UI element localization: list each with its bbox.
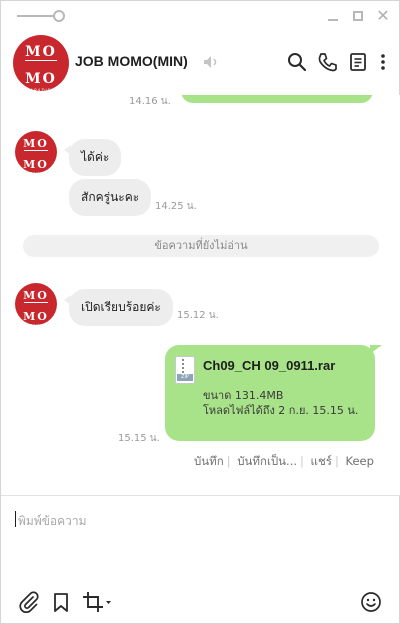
unread-divider: ข้อความที่ยังไม่อ่าน [23, 235, 379, 257]
incoming-message-2[interactable]: สักครู่นะคะ [69, 179, 152, 216]
avatar-logo-rule [24, 302, 48, 303]
zip-zipper [182, 359, 188, 373]
search-icon[interactable] [286, 51, 308, 73]
opacity-slider-knob[interactable] [53, 10, 65, 22]
message-input[interactable]: พิมพ์ข้อความ [15, 511, 385, 571]
chat-title[interactable]: JOB MOMO(MIN) [75, 53, 188, 69]
zip-file-icon: ZIP [175, 356, 195, 384]
minimize-button[interactable] [326, 9, 340, 23]
incoming-message-3-time: 15.12 น. [177, 310, 219, 321]
avatar-logo-bottom: MO [23, 310, 49, 323]
message-list[interactable]: 14.16 น. MO MO PARADISE ได้ค่ะ สักครู่นะ… [1, 95, 400, 495]
message-input-placeholder: พิมพ์ข้อความ [18, 514, 87, 528]
speaker-mute-icon [204, 56, 217, 68]
avatar-logo-sub: PARADISE [24, 171, 48, 175]
avatar-logo-rule [25, 60, 57, 61]
paperclip-icon[interactable] [18, 591, 40, 613]
maximize-icon [353, 11, 363, 21]
share-file-link[interactable]: แชร์ [311, 454, 332, 468]
file-message-bubble[interactable]: ZIP Ch09_CH 09_0911.rar ขนาด 131.4MB โหล… [165, 345, 382, 441]
avatar-logo-top: MO [25, 44, 57, 60]
chat-window: ✕ MO MO PARADISE JOB MOMO(MIN) 14.16 น. … [0, 0, 400, 624]
file-size: ขนาด 131.4MB [203, 389, 284, 402]
previous-message-bubble[interactable] [181, 95, 373, 103]
avatar-logo-top: MO [23, 289, 49, 302]
crop-icon[interactable] [82, 591, 112, 613]
close-button[interactable]: ✕ [376, 6, 390, 25]
avatar-logo-bottom: MO [23, 158, 49, 171]
minimize-icon [328, 19, 338, 21]
sender-avatar[interactable]: MO MO PARADISE [15, 131, 57, 175]
avatar-logo-sub: PARADISE [27, 88, 55, 93]
maximize-button[interactable] [351, 9, 365, 23]
incoming-message-2-time: 14.25 น. [155, 201, 197, 212]
close-icon: ✕ [376, 6, 390, 25]
file-expiry: โหลดไฟล์ได้ถึง 2 ก.ย. 15.15 น. [203, 404, 359, 417]
phone-icon[interactable] [316, 51, 338, 73]
title-bar: ✕ [1, 1, 400, 31]
save-as-file-link[interactable]: บันทึกเป็น... [237, 454, 297, 468]
text-caret [15, 511, 16, 527]
incoming-message-1[interactable]: ได้ค่ะ [63, 139, 122, 176]
avatar[interactable]: MO MO PARADISE [13, 35, 69, 93]
incoming-message-3[interactable]: เปิดเรียบร้อยค่ะ [64, 289, 173, 326]
file-name[interactable]: Ch09_CH 09_0911.rar [203, 358, 335, 373]
avatar-logo-top: MO [23, 137, 49, 150]
opacity-slider[interactable] [17, 10, 65, 22]
separator: | [300, 454, 304, 468]
emoji-icon[interactable] [360, 591, 382, 613]
separator: | [334, 454, 339, 468]
file-message-time: 15.15 น. [118, 433, 160, 444]
file-actions: บันทึก | บันทึกเป็น... | แชร์ | Keep [191, 453, 377, 471]
previous-message-time: 14.16 น. [129, 96, 171, 104]
composer-divider [1, 495, 400, 496]
bookmark-icon[interactable] [50, 591, 72, 613]
more-vertical-icon[interactable] [377, 51, 389, 73]
avatar-logo-rule [24, 150, 48, 151]
chat-header: MO MO PARADISE JOB MOMO(MIN) [1, 31, 400, 95]
separator: | [226, 454, 231, 468]
notes-icon[interactable] [347, 51, 369, 73]
avatar-logo-bottom: MO [25, 71, 57, 87]
save-file-link[interactable]: บันทึก [194, 454, 224, 468]
zip-type-tag: ZIP [177, 374, 193, 381]
avatar-logo-sub: PARADISE [24, 323, 48, 327]
sender-avatar[interactable]: MO MO PARADISE [15, 283, 57, 327]
keep-file-link[interactable]: Keep [345, 454, 373, 468]
